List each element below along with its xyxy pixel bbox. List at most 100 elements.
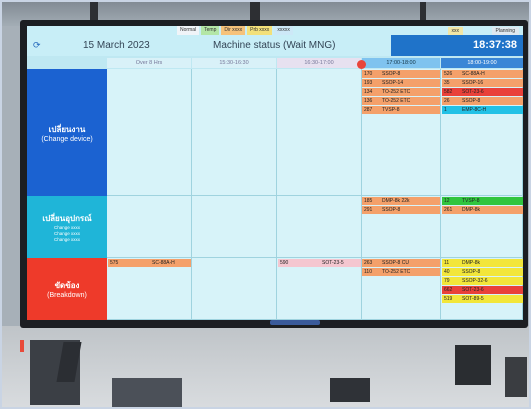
machine-package: SC-88A-H [152, 260, 175, 266]
machine-number: 193 [364, 80, 373, 86]
machine-package: SSOP-16 [462, 80, 484, 86]
grid-cell [192, 69, 277, 196]
machine-entry[interactable]: 263 SSOP-8 CU [362, 259, 440, 267]
column-header: 15:30-16:30 [192, 58, 276, 68]
machine-number: 40 [444, 269, 450, 275]
machine-package: SSOP-32-6 [462, 278, 488, 284]
machine-entry[interactable]: 40 SSOP-8 [442, 268, 523, 276]
clock: 18:37:38 [391, 35, 523, 56]
machine-package: SSOP-8 [462, 269, 481, 275]
background-monitor [455, 345, 491, 385]
tab-temp[interactable]: Temp [201, 26, 220, 35]
machine-number: 662 [444, 287, 453, 293]
machine-package: SOT-89-5 [462, 296, 484, 302]
machine-entry[interactable]: 291 SSOP-8 [362, 206, 440, 214]
tv-logo [270, 320, 320, 325]
background-equipment [112, 378, 182, 409]
grid-cell [107, 196, 192, 258]
machine-package: SSOP-14 [382, 80, 404, 86]
machine-entry[interactable]: 12 TVSP-8 [442, 197, 523, 205]
row-label-line: Change xxxx [53, 236, 80, 242]
machine-number: 1 [444, 107, 447, 113]
machine-number: 582 [444, 89, 453, 95]
machine-package: SOT-23-5 [322, 260, 344, 266]
column-header: 17:00-18:00 [362, 58, 440, 68]
refresh-icon[interactable]: ⟳ [33, 40, 41, 51]
grid-cell [107, 69, 192, 196]
machine-entry[interactable]: 1 EMP-8C-H [442, 106, 523, 114]
row-label-subtitle: (Breakdown) [47, 292, 87, 299]
row-label-title: เปลี่ยนอุปกรณ์ [42, 213, 92, 223]
machine-entry[interactable]: 193 SSOP-14 [362, 79, 440, 87]
machine-package: EMP-8C-H [462, 107, 487, 113]
tab-other[interactable]: xxxxx [274, 26, 293, 35]
machine-number: 134 [364, 89, 373, 95]
machine-entry[interactable]: 110 TO-252 ETC [362, 268, 440, 276]
machine-entry[interactable]: 136 TO-252 ETC [362, 97, 440, 105]
machine-number: 26 [444, 98, 450, 104]
grid-cell [277, 69, 362, 196]
machine-entry[interactable]: 287 TVSP-8 [362, 106, 440, 114]
grid-cell [107, 258, 192, 320]
grid-cell [192, 258, 277, 320]
machine-number: 291 [364, 207, 373, 213]
current-time-marker [357, 60, 366, 69]
machine-number: 575 [110, 260, 119, 266]
page-title: Machine status (Wait MNG) [213, 40, 336, 51]
machine-number: 263 [364, 260, 373, 266]
dashboard-screen: Normal Temp Dir xxxx Prb xxxx xxxxx xxx … [27, 26, 523, 320]
machine-package: TO-252 ETC [382, 89, 411, 95]
machine-number: 35 [444, 80, 450, 86]
machine-number: 261 [444, 207, 453, 213]
grid-cell [277, 258, 362, 320]
machine-entry[interactable]: 519 SOT-89-5 [442, 295, 523, 303]
machine-entry[interactable]: 662 SOT-23-6 [442, 286, 523, 294]
column-header: 16:30-17:00 [277, 58, 361, 68]
machine-entry[interactable]: 575 SC-88A-H [108, 259, 191, 267]
column-header: Over 8 Hrs [107, 58, 191, 68]
machine-package: TVSP-8 [462, 198, 480, 204]
machine-package: SSOP-8 [462, 98, 481, 104]
machine-entry[interactable]: 582 SOT-23-6 [442, 88, 523, 96]
machine-package: DMP-8k [462, 207, 481, 213]
machine-package: SC-88A-H [462, 71, 485, 77]
machine-package: DMP-8k [462, 260, 481, 266]
background-monitor [330, 378, 370, 402]
machine-entry[interactable]: 134 TO-252 ETC [362, 88, 440, 96]
machine-package: SSOP-8 [382, 207, 401, 213]
row-label-change-equipment: เปลี่ยนอุปกรณ์ Change xxxx Change xxxx C… [27, 196, 107, 258]
row-label-subtitle: (Change device) [41, 135, 93, 143]
machine-entry[interactable]: 590 SOT-23-5 [278, 259, 361, 267]
machine-entry[interactable]: 35 SSOP-16 [442, 79, 523, 87]
machine-number: 590 [280, 260, 289, 266]
machine-entry[interactable]: 26 SSOP-8 [442, 97, 523, 105]
grid-cell [192, 196, 277, 258]
signal-light [20, 340, 24, 352]
tab-normal[interactable]: Normal [177, 26, 200, 35]
machine-number: 519 [444, 296, 453, 302]
row-label-title: ขัดข้อง [54, 281, 80, 290]
machine-package: SSOP-8 [382, 71, 401, 77]
machine-entry[interactable]: 170 SSOP-8 [362, 70, 440, 78]
machine-package: TO-252 ETC [382, 269, 411, 275]
grid-cell [277, 196, 362, 258]
header-button[interactable]: xxx [447, 27, 463, 35]
tab-prb[interactable]: Prb xxxx [247, 26, 273, 35]
tab-dir[interactable]: Dir xxxx [221, 26, 246, 35]
date-label: 15 March 2023 [83, 40, 150, 51]
machine-number: 11 [444, 260, 450, 266]
machine-entry[interactable]: 11 DMP-8k [442, 259, 523, 267]
background-monitor [505, 357, 527, 397]
machine-entry[interactable]: 261 DMP-8k [442, 206, 523, 214]
planning-button[interactable]: Planning [491, 27, 519, 35]
machine-package: TVSP-8 [382, 107, 400, 113]
machine-entry[interactable]: 185 DMP-8k 22k [362, 197, 440, 205]
column-header: 18:00-19:00 [441, 58, 523, 68]
row-label-title: เปลี่ยนงาน [48, 124, 86, 134]
machine-entry[interactable]: 526 SC-88A-H [442, 70, 523, 78]
machine-number: 136 [364, 98, 373, 104]
row-label-change-device: เปลี่ยนงาน (Change device) [27, 69, 107, 196]
machine-package: SSOP-8 CU [382, 260, 409, 266]
row-label-breakdown: ขัดข้อง (Breakdown) [27, 258, 107, 320]
machine-entry[interactable]: 79 SSOP-32-6 [442, 277, 523, 285]
